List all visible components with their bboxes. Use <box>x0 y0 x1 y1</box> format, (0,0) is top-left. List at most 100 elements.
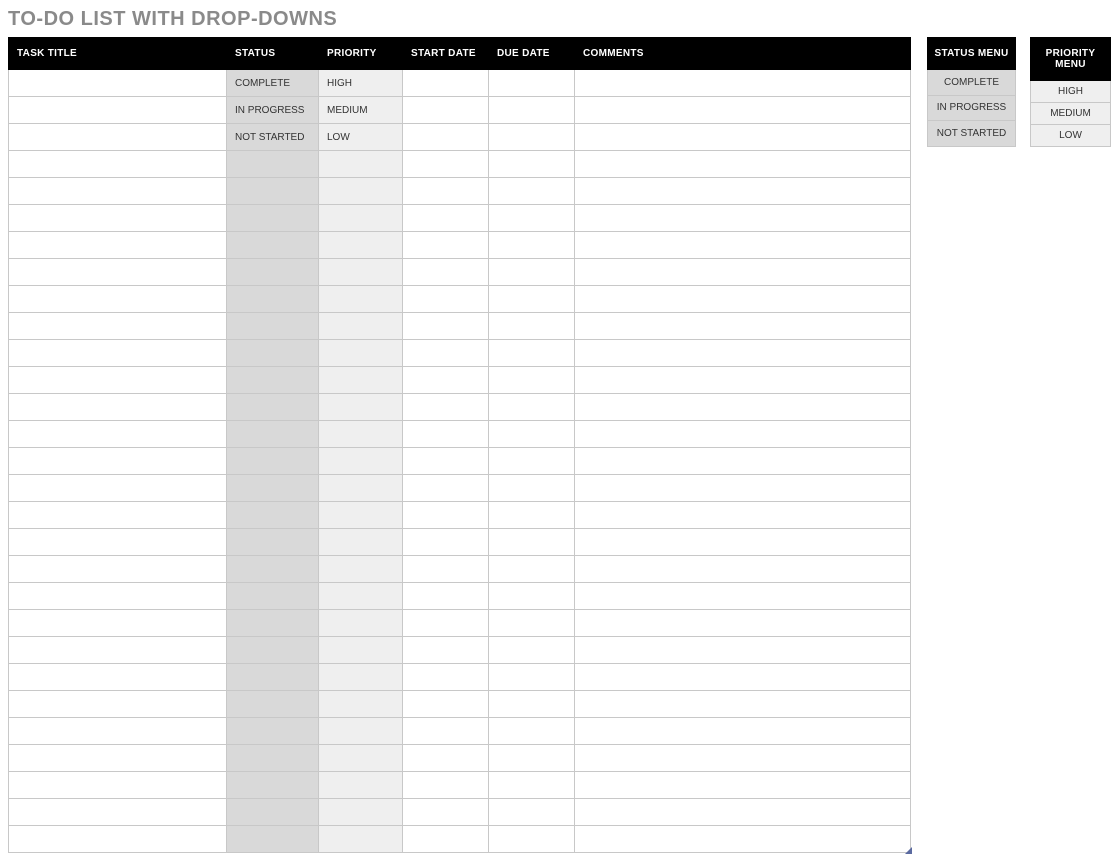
due-date-cell[interactable] <box>489 178 575 205</box>
comments-cell[interactable] <box>575 313 911 340</box>
due-date-cell[interactable] <box>489 583 575 610</box>
due-date-cell[interactable] <box>489 124 575 151</box>
task-title-cell[interactable] <box>9 70 227 97</box>
due-date-cell[interactable] <box>489 205 575 232</box>
status-cell[interactable] <box>227 583 319 610</box>
comments-cell[interactable] <box>575 610 911 637</box>
status-cell[interactable] <box>227 205 319 232</box>
status-cell[interactable] <box>227 475 319 502</box>
task-title-cell[interactable] <box>9 124 227 151</box>
due-date-cell[interactable] <box>489 529 575 556</box>
due-date-cell[interactable] <box>489 799 575 826</box>
priority-cell[interactable] <box>319 583 403 610</box>
task-title-cell[interactable] <box>9 286 227 313</box>
priority-menu-option[interactable]: LOW <box>1031 125 1111 147</box>
status-cell[interactable] <box>227 286 319 313</box>
comments-cell[interactable] <box>575 421 911 448</box>
status-cell[interactable] <box>227 772 319 799</box>
due-date-cell[interactable] <box>489 448 575 475</box>
comments-cell[interactable] <box>575 799 911 826</box>
due-date-cell[interactable] <box>489 772 575 799</box>
start-date-cell[interactable] <box>403 232 489 259</box>
due-date-cell[interactable] <box>489 151 575 178</box>
start-date-cell[interactable] <box>403 826 489 853</box>
comments-cell[interactable] <box>575 475 911 502</box>
task-title-cell[interactable] <box>9 691 227 718</box>
task-title-cell[interactable] <box>9 718 227 745</box>
status-cell[interactable] <box>227 340 319 367</box>
task-title-cell[interactable] <box>9 556 227 583</box>
start-date-cell[interactable] <box>403 502 489 529</box>
task-title-cell[interactable] <box>9 259 227 286</box>
status-cell[interactable] <box>227 421 319 448</box>
comments-cell[interactable] <box>575 718 911 745</box>
task-title-cell[interactable] <box>9 232 227 259</box>
status-cell[interactable] <box>227 799 319 826</box>
status-cell[interactable] <box>227 232 319 259</box>
task-title-cell[interactable] <box>9 610 227 637</box>
comments-cell[interactable] <box>575 556 911 583</box>
start-date-cell[interactable] <box>403 394 489 421</box>
priority-cell[interactable] <box>319 367 403 394</box>
start-date-cell[interactable] <box>403 448 489 475</box>
status-cell[interactable] <box>227 745 319 772</box>
task-title-cell[interactable] <box>9 826 227 853</box>
due-date-cell[interactable] <box>489 556 575 583</box>
status-cell[interactable] <box>227 178 319 205</box>
due-date-cell[interactable] <box>489 718 575 745</box>
comments-cell[interactable] <box>575 232 911 259</box>
comments-cell[interactable] <box>575 394 911 421</box>
start-date-cell[interactable] <box>403 151 489 178</box>
comments-cell[interactable] <box>575 151 911 178</box>
priority-cell[interactable] <box>319 178 403 205</box>
priority-menu-option[interactable]: HIGH <box>1031 81 1111 103</box>
status-menu-option[interactable]: IN PROGRESS <box>928 95 1016 121</box>
start-date-cell[interactable] <box>403 475 489 502</box>
priority-cell[interactable] <box>319 205 403 232</box>
priority-cell[interactable] <box>319 286 403 313</box>
priority-menu-option[interactable]: MEDIUM <box>1031 103 1111 125</box>
priority-cell[interactable] <box>319 259 403 286</box>
start-date-cell[interactable] <box>403 718 489 745</box>
task-title-cell[interactable] <box>9 151 227 178</box>
task-title-cell[interactable] <box>9 475 227 502</box>
start-date-cell[interactable] <box>403 70 489 97</box>
comments-cell[interactable] <box>575 772 911 799</box>
task-title-cell[interactable] <box>9 502 227 529</box>
due-date-cell[interactable] <box>489 232 575 259</box>
status-cell[interactable] <box>227 259 319 286</box>
task-title-cell[interactable] <box>9 745 227 772</box>
task-title-cell[interactable] <box>9 97 227 124</box>
comments-cell[interactable] <box>575 178 911 205</box>
status-cell[interactable] <box>227 151 319 178</box>
status-cell[interactable] <box>227 556 319 583</box>
comments-cell[interactable] <box>575 502 911 529</box>
status-cell[interactable] <box>227 367 319 394</box>
comments-cell[interactable] <box>575 340 911 367</box>
priority-cell[interactable] <box>319 556 403 583</box>
start-date-cell[interactable] <box>403 664 489 691</box>
start-date-cell[interactable] <box>403 259 489 286</box>
due-date-cell[interactable] <box>489 745 575 772</box>
start-date-cell[interactable] <box>403 529 489 556</box>
due-date-cell[interactable] <box>489 664 575 691</box>
status-cell[interactable]: COMPLETE <box>227 70 319 97</box>
task-title-cell[interactable] <box>9 178 227 205</box>
due-date-cell[interactable] <box>489 259 575 286</box>
start-date-cell[interactable] <box>403 313 489 340</box>
priority-cell[interactable] <box>319 772 403 799</box>
start-date-cell[interactable] <box>403 583 489 610</box>
start-date-cell[interactable] <box>403 610 489 637</box>
due-date-cell[interactable] <box>489 313 575 340</box>
task-title-cell[interactable] <box>9 637 227 664</box>
priority-cell[interactable] <box>319 529 403 556</box>
due-date-cell[interactable] <box>489 637 575 664</box>
priority-cell[interactable] <box>319 826 403 853</box>
status-cell[interactable] <box>227 529 319 556</box>
priority-cell[interactable] <box>319 502 403 529</box>
comments-cell[interactable] <box>575 97 911 124</box>
status-cell[interactable] <box>227 448 319 475</box>
comments-cell[interactable] <box>575 691 911 718</box>
task-title-cell[interactable] <box>9 340 227 367</box>
status-cell[interactable] <box>227 313 319 340</box>
